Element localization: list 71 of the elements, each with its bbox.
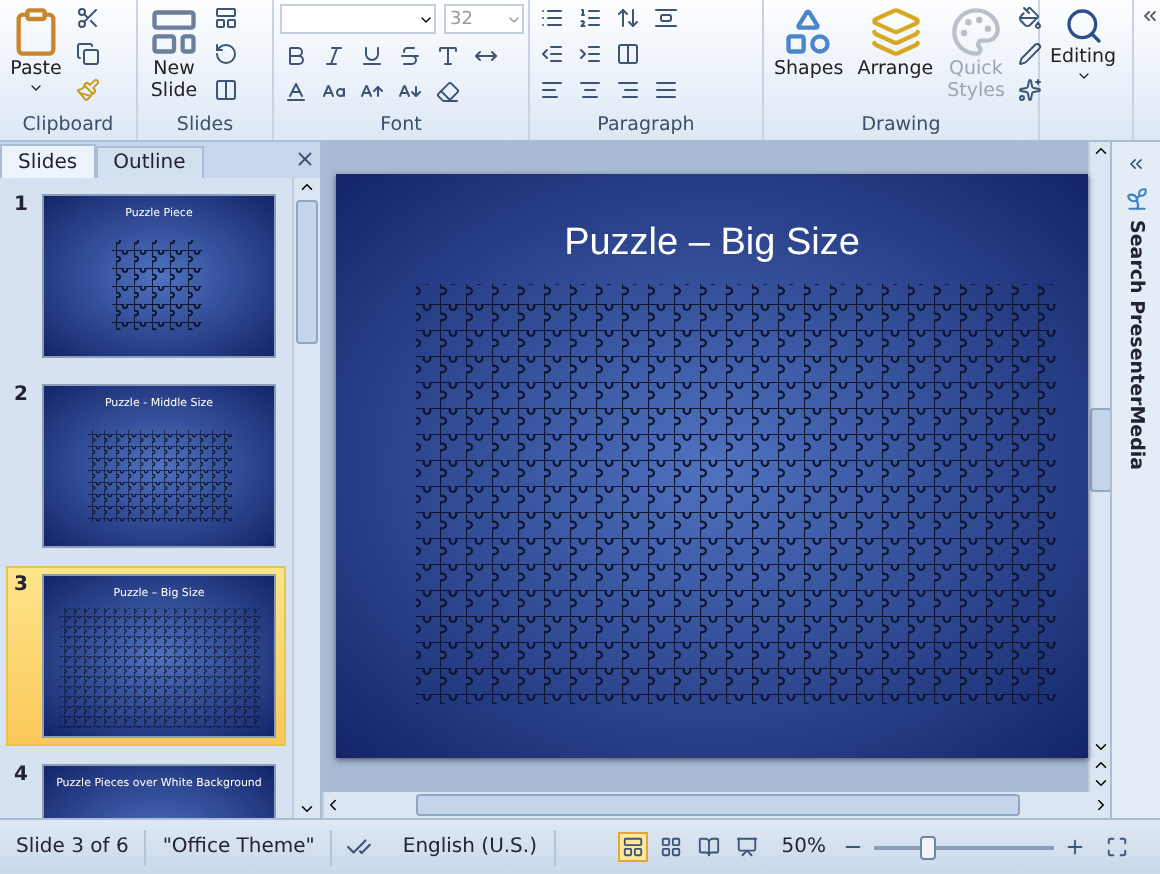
caret-icon	[28, 80, 44, 96]
zoom-slider-thumb[interactable]	[920, 835, 936, 859]
slide-number: 2	[14, 384, 30, 410]
group-label: Paragraph	[595, 112, 697, 140]
scroll-thumb[interactable]	[415, 794, 1019, 816]
fill-icon[interactable]	[1014, 4, 1045, 32]
layers-icon	[869, 6, 922, 58]
justify-icon[interactable]	[650, 76, 680, 104]
paste-button[interactable]: Paste	[6, 4, 66, 98]
panel-tab[interactable]: Outline	[95, 146, 204, 178]
leaf-icon	[1123, 186, 1149, 212]
collapse-ribbon-icon[interactable]	[1140, 5, 1160, 25]
scroll-up-icon[interactable]	[1092, 142, 1110, 160]
text-direction-icon[interactable]	[650, 4, 680, 32]
reset-icon[interactable]	[210, 40, 240, 68]
slide-number: 1	[14, 194, 30, 220]
previous-slide-icon[interactable]	[1092, 756, 1110, 774]
font-field[interactable]	[280, 4, 436, 34]
group-label: Clipboard	[20, 112, 116, 140]
shapes-icon	[782, 6, 835, 58]
copy-icon[interactable]	[72, 40, 102, 68]
fit-window-icon[interactable]	[1102, 833, 1132, 861]
search-icon	[1063, 6, 1104, 46]
view-button[interactable]	[617, 832, 648, 862]
group-label: Font	[378, 112, 424, 140]
pane-title: Search PresenterMedia	[1125, 220, 1147, 471]
scroll-thumb[interactable]	[296, 200, 318, 344]
slide-title: Puzzle – Big Size	[562, 222, 862, 266]
drawing-tool-button[interactable]: Arrange	[853, 4, 938, 82]
scroll-down-icon[interactable]	[298, 800, 316, 818]
caret-icon	[1075, 68, 1092, 84]
increase-indent-icon[interactable]	[574, 40, 604, 68]
scrollbar[interactable]	[322, 792, 1110, 818]
slide-number: 4	[14, 764, 30, 790]
new-slide-button[interactable]: New Slide	[144, 4, 204, 104]
zoom-percent[interactable]: 50%	[781, 836, 826, 858]
scroll-left-icon[interactable]	[324, 796, 342, 814]
section-icon[interactable]	[210, 76, 240, 104]
scroll-up-icon[interactable]	[298, 178, 316, 196]
slide-counter: Slide 3 of 6	[0, 829, 147, 865]
editing-button[interactable]: Editing	[1046, 4, 1121, 86]
view-button[interactable]	[731, 832, 762, 862]
panel-tab[interactable]: Slides	[0, 144, 96, 178]
language[interactable]: English (U.S.)	[386, 829, 555, 865]
next-slide-icon[interactable]	[1092, 774, 1110, 792]
scroll-thumb[interactable]	[1090, 407, 1112, 491]
clear-format-icon[interactable]	[432, 78, 462, 106]
cut-icon[interactable]	[72, 4, 102, 32]
columns-icon[interactable]	[612, 40, 642, 68]
align-right-icon[interactable]	[612, 76, 642, 104]
numbering-icon[interactable]	[574, 4, 604, 32]
scrollbar[interactable]	[292, 178, 320, 818]
line-spacing-icon[interactable]	[612, 4, 642, 32]
center-icon[interactable]	[574, 76, 604, 104]
outline-icon[interactable]	[1014, 40, 1045, 68]
slide-number: 3	[14, 574, 30, 600]
scrollbar[interactable]	[1088, 142, 1112, 792]
effects-icon[interactable]	[1014, 76, 1045, 104]
theme-name: "Office Theme"	[146, 829, 333, 865]
align-left-icon[interactable]	[536, 76, 566, 104]
scroll-down-icon[interactable]	[1092, 738, 1110, 756]
puzzle-grid-drawing	[88, 430, 232, 522]
layout-icon[interactable]	[210, 4, 240, 32]
palette-icon	[949, 6, 1002, 58]
scroll-right-icon[interactable]	[1092, 796, 1110, 814]
group-label: Slides	[174, 112, 236, 140]
view-button[interactable]	[693, 832, 724, 862]
drawing-tool-button[interactable]: Shapes	[770, 4, 848, 82]
decrease-indent-icon[interactable]	[536, 40, 566, 68]
slide-layout-icon	[148, 6, 200, 58]
group-label: Drawing	[859, 112, 943, 140]
